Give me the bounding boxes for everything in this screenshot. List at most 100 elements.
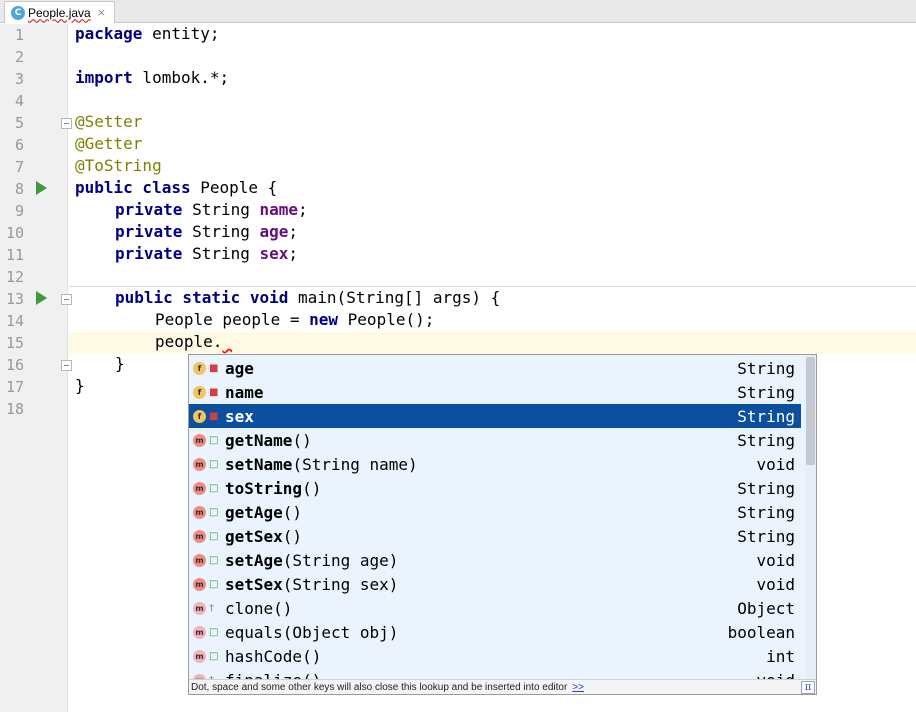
pi-icon[interactable]: π (801, 681, 815, 694)
completion-item[interactable]: m □ setAge(String age) void (189, 548, 801, 572)
scrollbar-thumb[interactable] (806, 357, 815, 465)
completion-item-type: void (756, 671, 795, 680)
code-line: @Getter (75, 134, 143, 153)
field-icon: f (193, 409, 206, 423)
completion-item-name: name (225, 382, 264, 402)
method-icon: m (193, 577, 206, 591)
code-line: } (115, 354, 125, 373)
method-icon: m (193, 481, 206, 495)
public-icon: □ (209, 650, 219, 662)
line-number: 2 (14, 48, 24, 66)
code-line: package entity; (75, 24, 220, 43)
lock-icon: ■ (209, 386, 219, 398)
completion-item-name: sex (225, 406, 254, 426)
code-line: public class People { (75, 178, 278, 197)
completion-item[interactable]: m □ getName() String (189, 428, 801, 452)
public-icon: □ (209, 578, 219, 590)
completion-item-type: String (737, 358, 795, 378)
code-line: private String name; (115, 200, 308, 219)
line-number: 13 (5, 290, 24, 308)
method-icon: m (193, 457, 206, 471)
completion-item[interactable]: m □ setSex(String sex) void (189, 572, 801, 596)
code-completion-popup: f ■ age String f ■ name String f ■ sex String m □ getN… (188, 354, 817, 695)
method-icon: m (193, 553, 206, 567)
code-line: import lombok.*; (75, 68, 230, 87)
completion-item-type: String (737, 430, 795, 450)
public-icon: □ (209, 482, 219, 494)
line-number: 4 (14, 92, 24, 110)
completion-item-type: void (756, 574, 795, 594)
method-icon: m (193, 529, 206, 543)
completion-list: f ■ age String f ■ name String f ■ sex String m □ getN… (189, 355, 803, 679)
line-number: 17 (5, 378, 24, 396)
field-icon: f (193, 385, 206, 399)
completion-item-name: hashCode() (225, 646, 322, 666)
lock-icon: ■ (209, 410, 219, 422)
completion-item[interactable]: m □ setName(String name) void (189, 452, 801, 476)
method-icon: m (193, 625, 206, 639)
public-icon: □ (209, 434, 219, 446)
method-icon: m (193, 433, 206, 447)
method-icon: m (193, 601, 206, 615)
completion-item[interactable]: m □ getAge() String (189, 500, 801, 524)
completion-scrollbar[interactable] (805, 355, 816, 679)
completion-item[interactable]: f ■ sex String (189, 404, 801, 428)
public-icon: □ (209, 626, 219, 638)
completion-item-name: getAge() (225, 502, 303, 522)
completion-item-name: toString() (225, 478, 322, 498)
completion-item-name: getName() (225, 430, 312, 450)
completion-item-type: String (737, 406, 795, 426)
code-line: private String age; (115, 222, 299, 241)
completion-item[interactable]: f ■ age String (189, 356, 801, 380)
completion-item-type: String (737, 478, 795, 498)
code-line: } (75, 376, 85, 395)
code-line: @Setter (75, 112, 143, 131)
close-icon[interactable]: × (97, 6, 106, 19)
line-number: 15 (5, 334, 24, 352)
completion-item[interactable]: m □ hashCode() int (189, 644, 801, 668)
java-class-icon: C (11, 5, 25, 20)
public-icon: □ (209, 458, 219, 470)
run-icon[interactable] (36, 291, 47, 305)
method-separator (69, 286, 916, 287)
completion-item-name: finalize() (225, 671, 756, 680)
line-number: 8 (14, 180, 24, 198)
completion-item-type: String (737, 526, 795, 546)
completion-item-name: getSex() (225, 526, 303, 546)
completion-item[interactable]: m † clone() Object (189, 596, 801, 620)
method-icon: m (193, 505, 206, 519)
public-icon: □ (209, 554, 219, 566)
completion-item-name: setAge(String age) (225, 550, 399, 570)
line-number: 14 (5, 312, 24, 330)
line-number: 1 (14, 26, 24, 44)
protected-icon: † (209, 602, 214, 614)
completion-item-name: clone() (225, 598, 293, 618)
code-line: people. (155, 332, 223, 351)
line-number: 18 (5, 400, 24, 418)
completion-item-name: age (225, 358, 254, 378)
line-number: 9 (14, 202, 24, 220)
line-number: 10 (5, 224, 24, 242)
completion-item-type: boolean (727, 622, 795, 642)
code-line: private String sex; (115, 244, 299, 263)
editor-tab-bar: C People.java × (0, 0, 916, 23)
tab-label: People.java (28, 5, 91, 20)
run-icon[interactable] (36, 181, 47, 195)
completion-item-type: void (756, 550, 795, 570)
tab-people-java[interactable]: C People.java × (4, 1, 115, 23)
editor-gutter: 1 2 3 4 5 6 7 8 9 10 11 12 13 14 15 16 1… (0, 24, 72, 712)
completion-item[interactable]: m†finalize()void (189, 668, 801, 679)
completion-item-type: String (737, 502, 795, 522)
completion-item-type: void (756, 454, 795, 474)
lock-icon: ■ (209, 362, 219, 374)
completion-item-type: String (737, 382, 795, 402)
field-icon: f (193, 361, 206, 375)
line-number: 16 (5, 356, 24, 374)
completion-item[interactable]: m □ equals(Object obj) boolean (189, 620, 801, 644)
completion-item[interactable]: m □ getSex() String (189, 524, 801, 548)
completion-item-name: setSex(String sex) (225, 574, 399, 594)
completion-item[interactable]: m □ toString() String (189, 476, 801, 500)
completion-item-name: setName(String name) (225, 454, 418, 474)
completion-item[interactable]: f ■ name String (189, 380, 801, 404)
hint-more-link[interactable]: >> (572, 682, 584, 693)
